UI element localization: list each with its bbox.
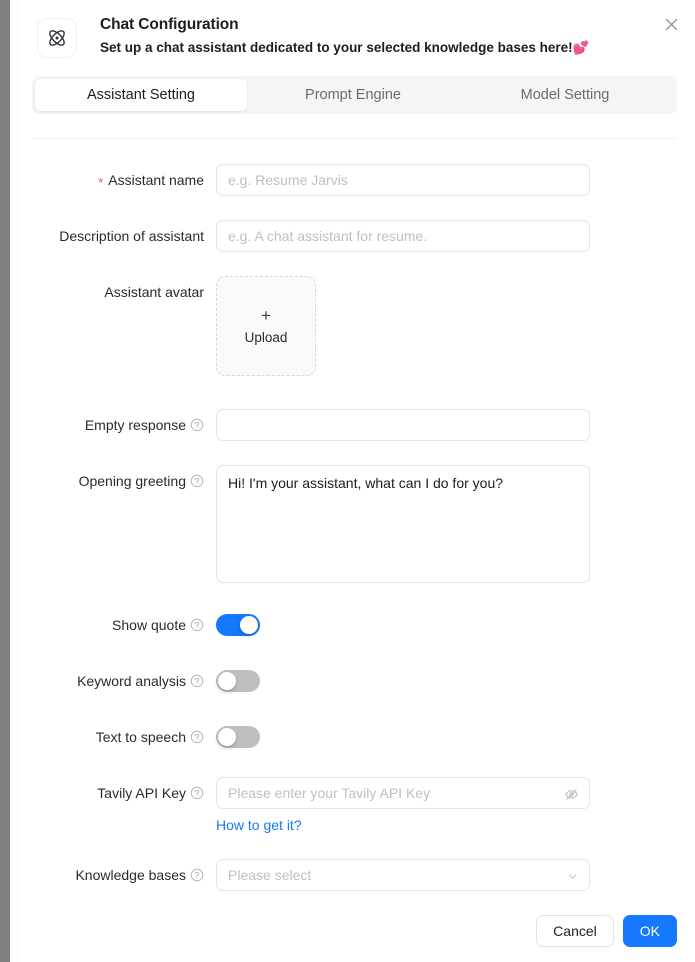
tab-label: Prompt Engine <box>305 87 401 103</box>
description-label: Description of assistant <box>20 220 216 252</box>
header-divider <box>32 138 677 139</box>
show-quote-field-wrap <box>216 609 695 641</box>
modal-backdrop[interactable] <box>0 0 10 962</box>
assistant-name-input[interactable]: e.g. Resume Jarvis <box>216 164 590 196</box>
question-circle-icon[interactable] <box>190 786 204 800</box>
avatar-upload-button[interactable]: + Upload <box>216 276 316 376</box>
label-text: Assistant avatar <box>104 284 204 300</box>
opening-greeting-field-wrap: Hi! I'm your assistant, what can I do fo… <box>216 465 695 583</box>
input-placeholder: Please enter your Tavily API Key <box>228 785 431 801</box>
atom-icon <box>37 18 77 58</box>
question-circle-icon[interactable] <box>190 674 204 688</box>
close-icon[interactable] <box>657 10 685 38</box>
text-to-speech-field-wrap <box>216 721 695 753</box>
assistant-setting-form: * Assistant name e.g. Resume Jarvis Desc… <box>20 150 695 910</box>
form-row-opening-greeting: Opening greeting Hi! I'm your assistant,… <box>20 465 695 583</box>
eye-invisible-icon[interactable] <box>564 778 579 810</box>
chevron-down-icon[interactable] <box>566 860 579 892</box>
description-field-wrap: e.g. A chat assistant for resume. <box>216 220 695 252</box>
two-hearts-emoji: 💕 <box>572 40 589 55</box>
text-to-speech-toggle[interactable] <box>216 726 260 748</box>
keyword-analysis-toggle[interactable] <box>216 670 260 692</box>
label-text: Opening greeting <box>78 473 186 489</box>
select-placeholder: Please select <box>228 867 312 883</box>
form-row-tavily-api-key: Tavily API Key Please enter your Tavily … <box>20 777 695 835</box>
input-placeholder: e.g. Resume Jarvis <box>228 172 348 188</box>
tab-assistant-setting[interactable]: Assistant Setting <box>35 79 247 111</box>
keyword-analysis-field-wrap <box>216 665 695 697</box>
show-quote-toggle[interactable] <box>216 614 260 636</box>
question-circle-icon[interactable] <box>190 868 204 882</box>
toggle-knob <box>218 672 236 690</box>
question-circle-icon[interactable] <box>190 474 204 488</box>
upload-label: Upload <box>244 330 288 346</box>
label-text: Text to speech <box>95 729 186 745</box>
toggle-knob <box>240 616 258 634</box>
page-title: Chat Configuration <box>100 16 239 33</box>
plus-icon: + <box>261 306 271 326</box>
tavily-api-key-input[interactable]: Please enter your Tavily API Key <box>216 777 590 809</box>
tavily-api-key-field-wrap: Please enter your Tavily API Key How to … <box>216 777 695 835</box>
knowledge-bases-field-wrap: Please select <box>216 859 695 891</box>
empty-response-input[interactable] <box>216 409 590 441</box>
knowledge-bases-select[interactable]: Please select <box>216 859 590 891</box>
form-row-keyword-analysis: Keyword analysis <box>20 665 695 697</box>
label-text: Assistant name <box>108 172 204 188</box>
knowledge-bases-label: Knowledge bases <box>20 859 216 891</box>
how-to-get-it-link[interactable]: How to get it? <box>216 815 302 835</box>
form-row-assistant-avatar: Assistant avatar + Upload <box>20 276 695 376</box>
form-row-knowledge-bases: Knowledge bases Please select <box>20 859 695 891</box>
required-asterisk: * <box>98 174 104 190</box>
modal-header: Chat Configuration Set up a chat assista… <box>20 0 695 76</box>
label-text: Tavily API Key <box>97 785 186 801</box>
question-circle-icon[interactable] <box>190 418 204 432</box>
header-text-block: Chat Configuration Set up a chat assista… <box>100 14 620 58</box>
settings-tab-bar: Assistant Setting Prompt Engine Model Se… <box>32 76 677 114</box>
background-page-edge <box>10 0 20 962</box>
form-row-show-quote: Show quote <box>20 609 695 641</box>
opening-greeting-textarea[interactable]: Hi! I'm your assistant, what can I do fo… <box>216 465 590 583</box>
show-quote-label: Show quote <box>20 609 216 641</box>
subtitle-text: Set up a chat assistant dedicated to you… <box>100 40 573 55</box>
tab-prompt-engine[interactable]: Prompt Engine <box>247 79 459 111</box>
tab-label: Model Setting <box>520 87 610 103</box>
cancel-button[interactable]: Cancel <box>536 915 614 947</box>
question-circle-icon[interactable] <box>190 618 204 632</box>
tab-label: Assistant Setting <box>87 87 195 103</box>
tab-model-setting[interactable]: Model Setting <box>459 79 671 111</box>
label-text: Empty response <box>84 417 186 433</box>
assistant-avatar-label: Assistant avatar <box>20 276 216 308</box>
avatar-field-wrap: + Upload <box>216 276 695 376</box>
description-input[interactable]: e.g. A chat assistant for resume. <box>216 220 590 252</box>
label-text: Knowledge bases <box>75 867 186 883</box>
page-subtitle: Set up a chat assistant dedicated to you… <box>100 38 620 58</box>
empty-response-field-wrap <box>216 409 695 441</box>
modal-footer: Cancel OK <box>20 900 695 962</box>
toggle-knob <box>218 728 236 746</box>
form-row-text-to-speech: Text to speech <box>20 721 695 753</box>
label-text: Description of assistant <box>59 228 204 244</box>
form-row-assistant-name: * Assistant name e.g. Resume Jarvis <box>20 164 695 196</box>
assistant-name-field-wrap: e.g. Resume Jarvis <box>216 164 695 196</box>
empty-response-label: Empty response <box>20 409 216 441</box>
question-circle-icon[interactable] <box>190 730 204 744</box>
input-placeholder: e.g. A chat assistant for resume. <box>228 228 428 244</box>
keyword-analysis-label: Keyword analysis <box>20 665 216 697</box>
label-text: Keyword analysis <box>77 673 186 689</box>
chat-configuration-modal: Chat Configuration Set up a chat assista… <box>20 0 695 962</box>
form-row-description: Description of assistant e.g. A chat ass… <box>20 220 695 252</box>
opening-greeting-label: Opening greeting <box>20 465 216 497</box>
ok-button[interactable]: OK <box>622 915 677 947</box>
text-to-speech-label: Text to speech <box>20 721 216 753</box>
assistant-name-label: * Assistant name <box>20 164 216 196</box>
tavily-api-key-label: Tavily API Key <box>20 777 216 809</box>
form-row-empty-response: Empty response <box>20 409 695 441</box>
label-text: Show quote <box>112 617 186 633</box>
